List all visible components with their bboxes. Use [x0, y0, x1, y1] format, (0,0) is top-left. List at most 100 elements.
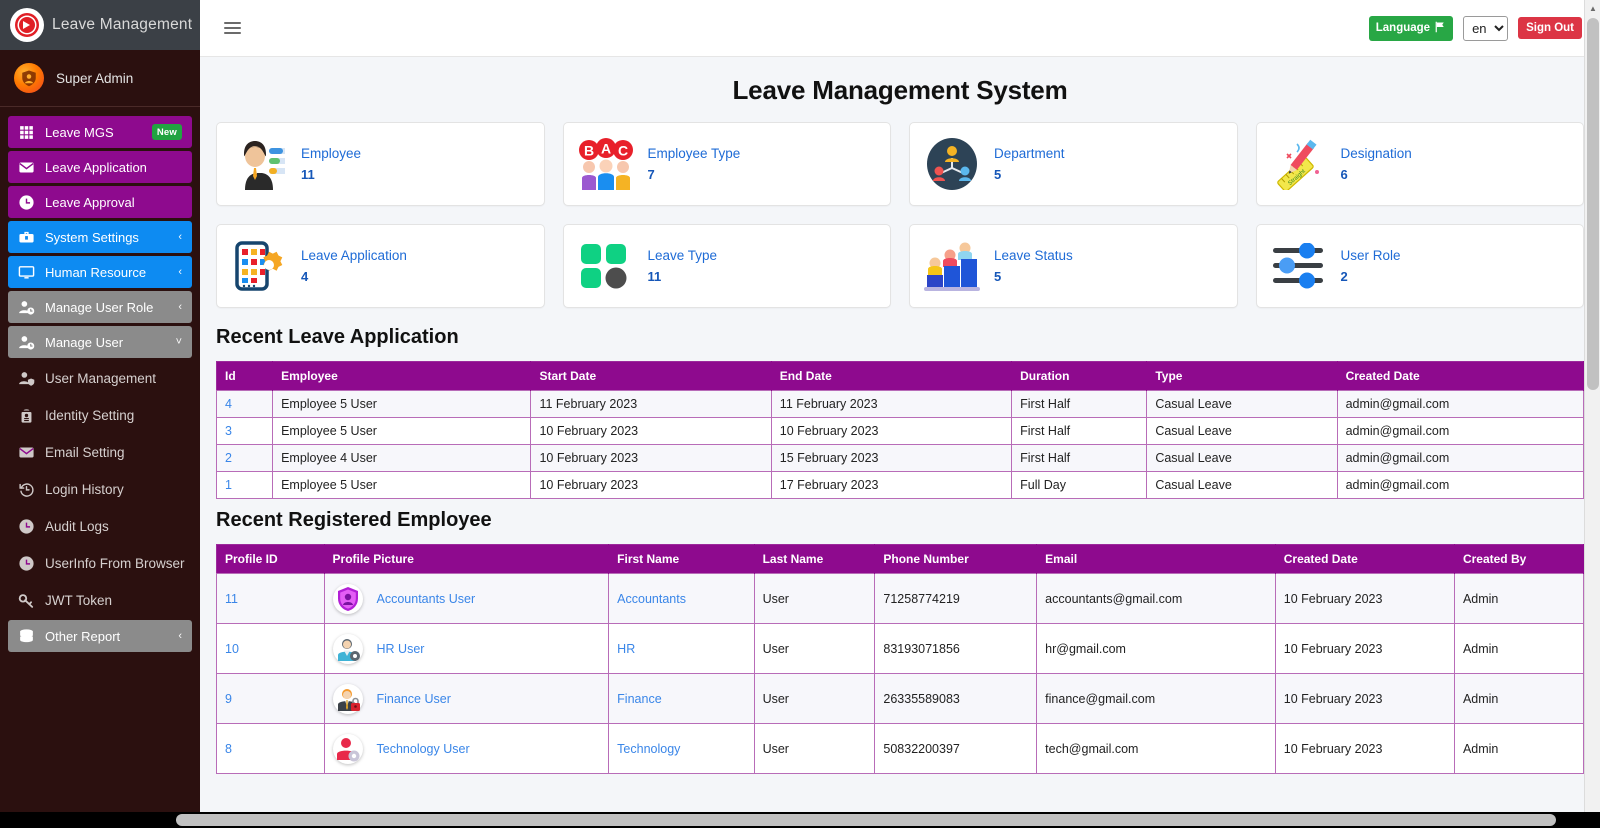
language-button[interactable]: Language: [1368, 15, 1454, 41]
user-cog-red-icon: [332, 733, 363, 764]
cell-created-date: 10 February 2023: [1274, 573, 1455, 624]
column-header: Created Date: [1337, 361, 1585, 391]
cell-last-name: User: [753, 573, 876, 624]
history-icon: [18, 481, 35, 498]
first-name-link[interactable]: HR: [617, 642, 635, 656]
cell-duration: First Half: [1011, 417, 1148, 445]
sliders-icon: [1271, 238, 1327, 294]
stat-card-text: User Role 2: [1341, 248, 1401, 284]
table-row: 2 Employee 4 User 10 February 2023 15 Febru…: [215, 444, 1585, 472]
cell-end-date: 17 February 2023: [770, 471, 1013, 499]
column-header: Type: [1146, 361, 1338, 391]
stat-card-count: 11: [647, 269, 662, 284]
page-title: Leave Management System: [732, 75, 1068, 105]
sidebar-item-label: Manage User Role: [45, 299, 154, 315]
stat-card-employee-type[interactable]: B A C Employee Type 7: [562, 122, 891, 206]
key-icon: [18, 592, 35, 609]
cell-id: 3: [215, 417, 274, 445]
sidebar-item-identity-setting[interactable]: Identity Setting: [8, 398, 192, 432]
sidebar-item-user-management[interactable]: User Management: [8, 361, 192, 395]
sidebar-item-leave-mgs[interactable]: Leave MGS New: [8, 116, 192, 148]
id-link[interactable]: 3: [225, 424, 232, 438]
cell-type: Casual Leave: [1146, 471, 1338, 499]
sign-out-button[interactable]: Sign Out: [1518, 17, 1582, 39]
sidebar-item-other-report[interactable]: Other Report ‹: [8, 620, 192, 652]
sidebar-user[interactable]: Super Admin: [0, 50, 200, 107]
profile-id-link[interactable]: 9: [225, 692, 232, 706]
column-header: Phone Number: [874, 544, 1038, 574]
first-name-link[interactable]: Finance: [617, 692, 661, 706]
id-link[interactable]: 2: [225, 451, 232, 465]
bar-people-icon: [924, 238, 980, 294]
sidebar-item-label: Audit Logs: [45, 518, 109, 534]
stat-card-user-role[interactable]: User Role 2: [1255, 224, 1584, 308]
profile-id-link[interactable]: 10: [225, 642, 239, 656]
sidebar-item-manage-user[interactable]: Manage User ˅: [8, 326, 192, 358]
sidebar-item-email-setting[interactable]: Email Setting: [8, 435, 192, 469]
content-scroll-area: Leave Management System Employee 11 B A C…: [200, 57, 1600, 828]
sidebar-item-userinfo-from-browser[interactable]: UserInfo From Browser: [8, 546, 192, 580]
sidebar-item-leave-application[interactable]: Leave Application: [8, 151, 192, 183]
sidebar-item-label: Manage User: [45, 334, 124, 350]
sidebar-item-system-settings[interactable]: System Settings ‹: [8, 221, 192, 253]
brand-header[interactable]: Leave Management: [0, 0, 200, 50]
first-name-link[interactable]: Technology: [617, 742, 680, 756]
sidebar-item-jwt-token[interactable]: JWT Token: [8, 583, 192, 617]
cell-email: hr@gmail.com: [1036, 623, 1276, 674]
stat-card-leave-status[interactable]: Leave Status 5: [909, 224, 1238, 308]
ruler-pencil-icon: Straight: [1271, 136, 1327, 192]
sidebar-item-audit-logs[interactable]: Audit Logs: [8, 509, 192, 543]
vertical-scrollbar[interactable]: ▲ ▼: [1584, 0, 1600, 828]
cell-phone: 71258774219: [874, 573, 1038, 624]
stat-card-label: Leave Type: [647, 248, 718, 263]
stat-card-label: Leave Status: [994, 248, 1073, 263]
stat-card-leave-application[interactable]: Leave Application 4: [216, 224, 545, 308]
stat-card-count: 5: [994, 167, 1002, 182]
stat-card-employee[interactable]: Employee 11: [216, 122, 545, 206]
column-header: Employee: [272, 361, 532, 391]
sidebar-item-manage-user-role[interactable]: Manage User Role ‹: [8, 291, 192, 323]
cell-phone: 50832200397: [874, 723, 1038, 774]
cell-duration: First Half: [1011, 390, 1148, 418]
first-name-link[interactable]: Accountants: [617, 592, 686, 606]
column-header: Profile Picture: [324, 544, 610, 574]
horizontal-scrollbar-thumb[interactable]: [176, 814, 1556, 826]
table-row: 9 Finance User Finance User 26335589083 finan…: [216, 673, 1585, 724]
scroll-up-arrow[interactable]: ▲: [1585, 0, 1600, 16]
cell-profile-id: 11: [216, 573, 325, 624]
profile-name-link[interactable]: Technology User: [377, 742, 470, 756]
sidebar-item-login-history[interactable]: Login History: [8, 472, 192, 506]
stat-card-leave-type[interactable]: Leave Type 11: [562, 224, 891, 308]
stat-card-department[interactable]: Department 5: [909, 122, 1238, 206]
squares-grid-icon: [578, 238, 634, 294]
sidebar-item-label: Other Report: [45, 628, 121, 644]
id-link[interactable]: 4: [225, 397, 232, 411]
vertical-scrollbar-thumb[interactable]: [1587, 18, 1599, 390]
stat-card-label: Designation: [1340, 146, 1412, 161]
svg-text:A: A: [600, 141, 610, 157]
table-row: 10 HR User HR User 83193071856 hr@gmail.com 10…: [216, 623, 1585, 674]
profile-name-link[interactable]: Finance User: [377, 692, 451, 706]
hamburger-icon[interactable]: [220, 18, 245, 39]
column-header: Email: [1036, 544, 1276, 574]
cell-profile-picture: HR User: [323, 623, 610, 674]
language-select[interactable]: en: [1463, 15, 1509, 41]
sidebar-item-human-resource[interactable]: Human Resource ‹: [8, 256, 192, 288]
cell-created-date: 10 February 2023: [1274, 723, 1455, 774]
profile-name-link[interactable]: HR User: [377, 642, 425, 656]
column-header: End Date: [771, 361, 1013, 391]
id-link[interactable]: 1: [225, 478, 232, 492]
stat-card-designation[interactable]: Straight Designation 6: [1255, 122, 1584, 206]
cell-last-name: User: [753, 723, 876, 774]
profile-id-link[interactable]: 11: [225, 592, 238, 606]
sidebar-item-leave-approval[interactable]: Leave Approval: [8, 186, 192, 218]
profile-id-link[interactable]: 8: [225, 742, 232, 756]
registered-employees-table: Profile ID Profile Picture First Name Last …: [216, 544, 1585, 774]
cell-id: 2: [215, 444, 274, 472]
cell-end-date: 10 February 2023: [770, 417, 1013, 445]
sidebar-item-label: System Settings: [45, 229, 139, 245]
horizontal-scrollbar[interactable]: [0, 812, 1600, 828]
profile-name-link[interactable]: Accountants User: [377, 592, 476, 606]
user-gear-blue-icon: [332, 633, 363, 664]
stat-card-count: 11: [301, 167, 315, 182]
